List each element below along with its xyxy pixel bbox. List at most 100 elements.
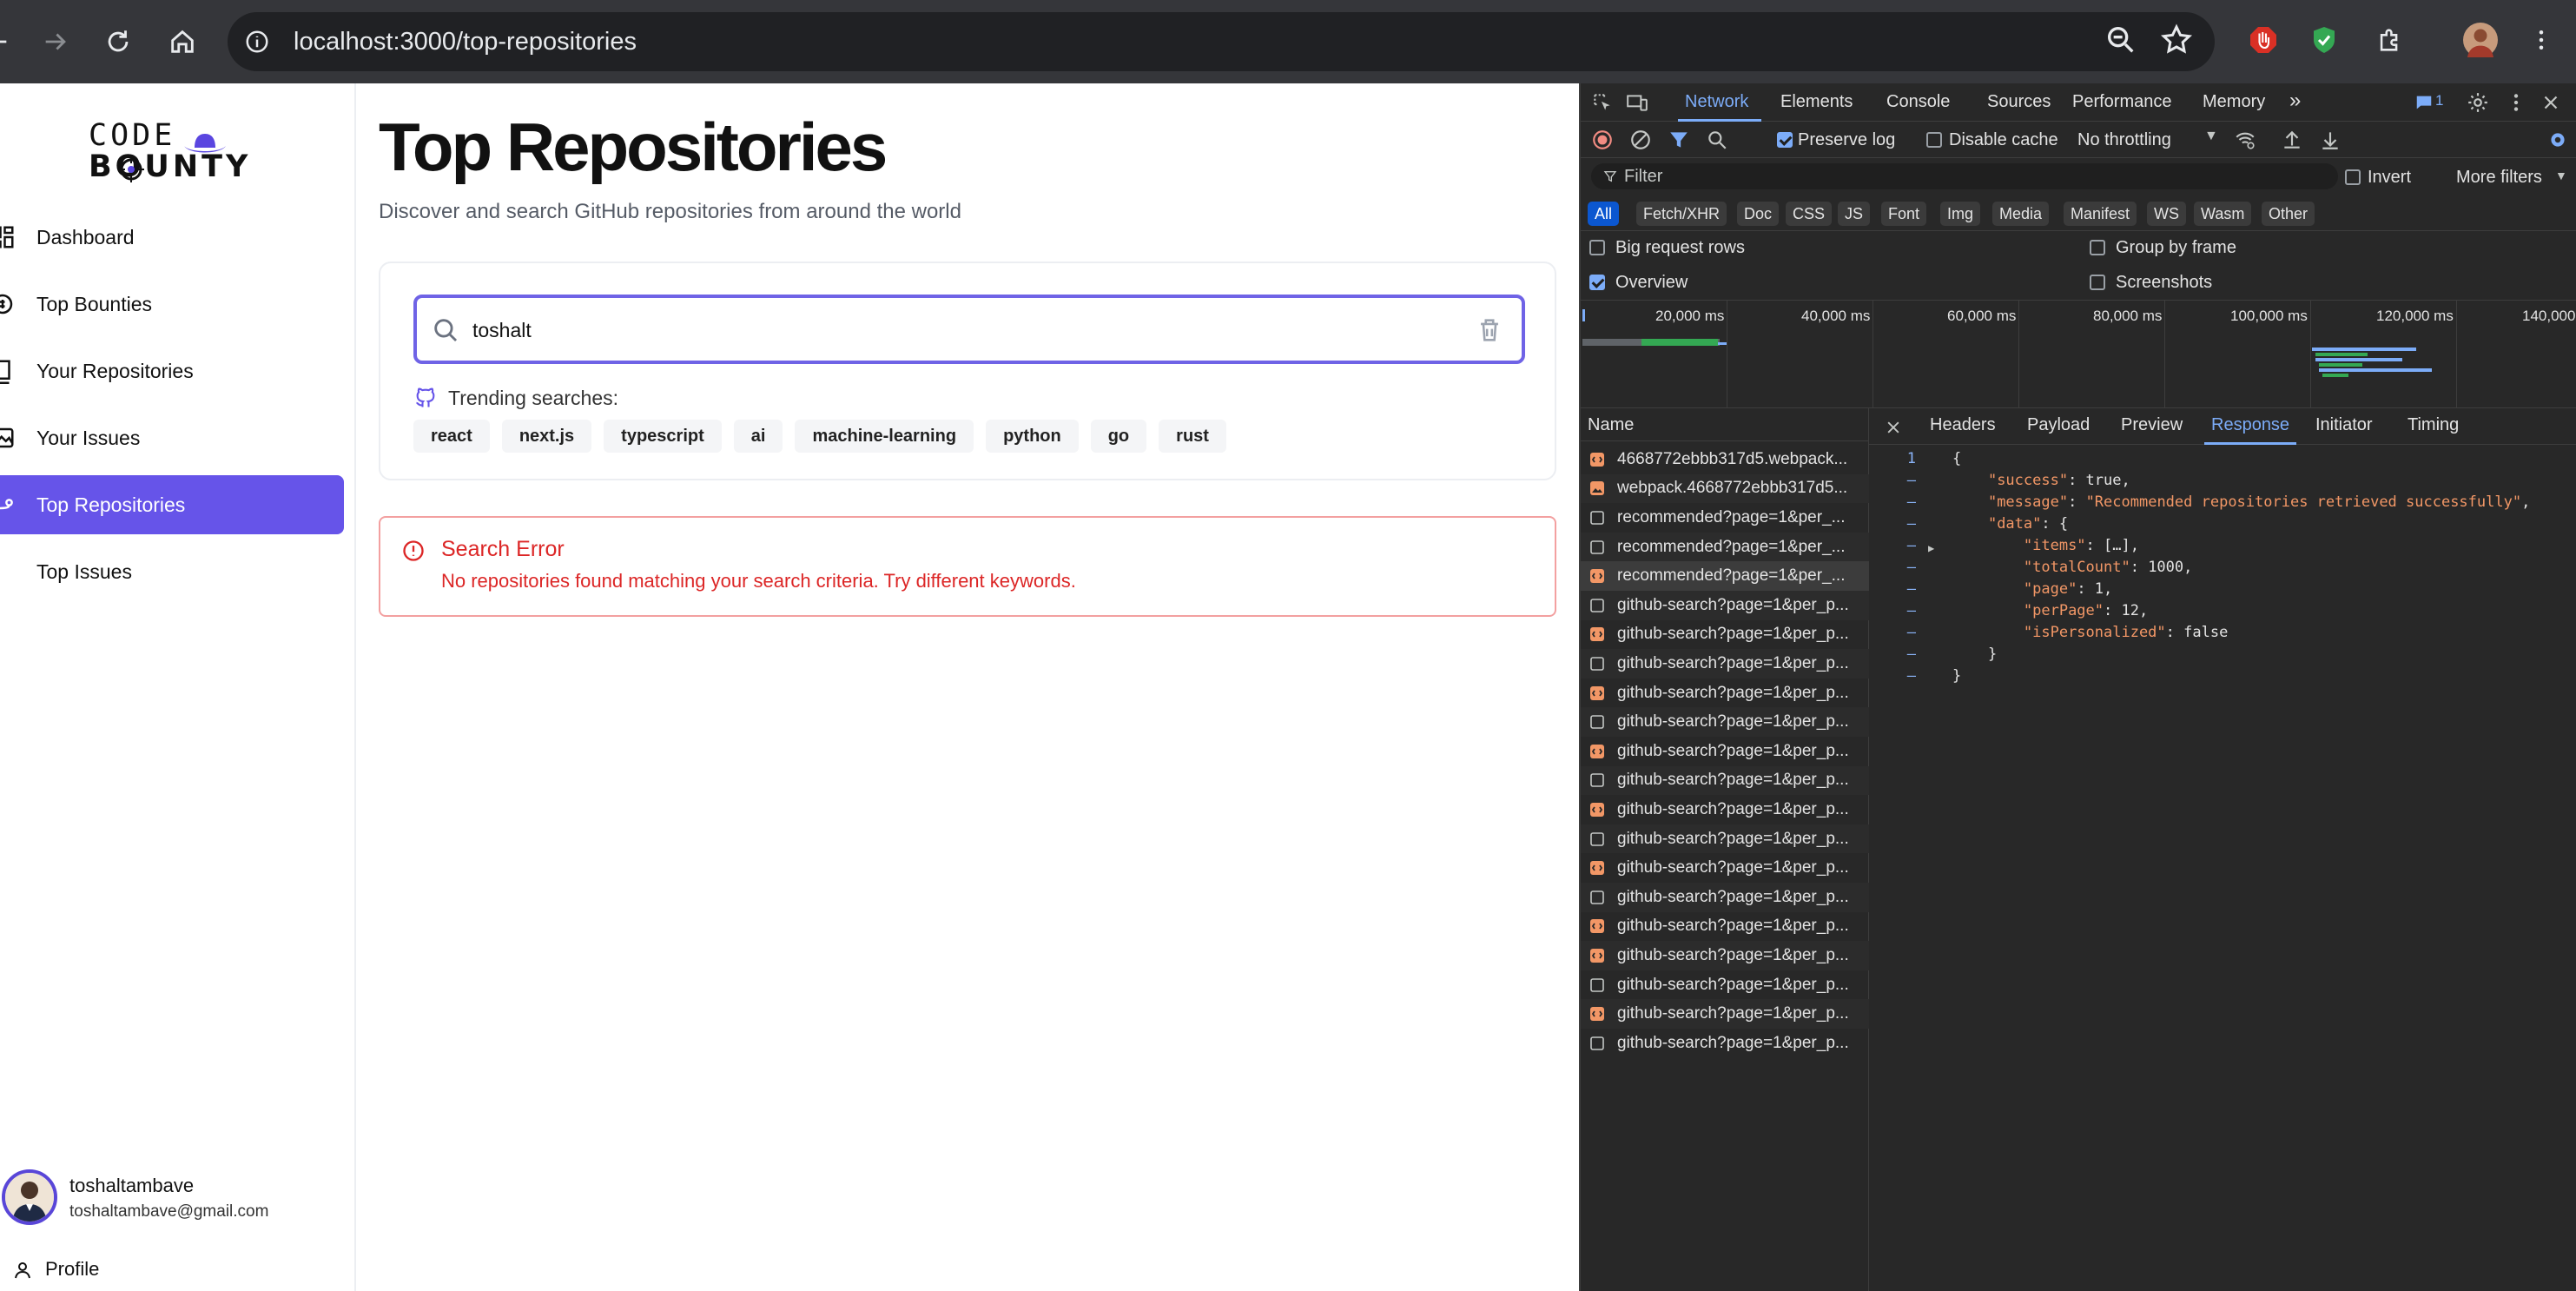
- trending-tag[interactable]: machine-learning: [795, 420, 974, 453]
- tab-preview[interactable]: Preview: [2121, 415, 2183, 435]
- close-icon[interactable]: [1885, 419, 1902, 436]
- extensions-puzzle-icon[interactable]: [2373, 23, 2408, 57]
- kebab-menu-icon[interactable]: [2505, 91, 2527, 114]
- tab-console[interactable]: Console: [1886, 92, 1950, 112]
- device-toolbar-icon[interactable]: [1626, 91, 1648, 114]
- back-button[interactable]: [0, 21, 17, 63]
- trending-tag[interactable]: ai: [733, 420, 783, 453]
- request-row[interactable]: github-search?page=1&per_p...: [1581, 795, 1869, 824]
- type-filter-img[interactable]: Img: [1940, 202, 1981, 226]
- close-devtools-icon[interactable]: [2540, 91, 2562, 114]
- disable-cache-checkbox[interactable]: [1926, 132, 1942, 148]
- sidebar-item-your-repositories[interactable]: Your Repositories: [0, 341, 344, 401]
- search-icon[interactable]: [1706, 129, 1728, 151]
- request-row[interactable]: github-search?page=1&per_p...: [1581, 620, 1869, 650]
- record-stop-icon[interactable]: [1591, 129, 1614, 151]
- sidebar-item-top-issues[interactable]: Top Issues: [0, 542, 344, 601]
- request-row[interactable]: github-search?page=1&per_p...: [1581, 970, 1869, 1000]
- tab-performance[interactable]: Performance: [2072, 92, 2172, 112]
- tab-network[interactable]: Network: [1685, 92, 1748, 112]
- export-har-icon[interactable]: [2319, 129, 2342, 151]
- sidebar-item-top-bounties[interactable]: Top Bounties: [0, 275, 344, 334]
- throttling-select[interactable]: No throttling: [2077, 130, 2171, 150]
- request-row[interactable]: github-search?page=1&per_p...: [1581, 591, 1869, 620]
- shield-extension-icon[interactable]: [2307, 23, 2342, 57]
- response-body[interactable]: ▶ 1{– "success": true, – "message": "Reco…: [1869, 447, 2576, 1281]
- stop-extension-icon[interactable]: [2246, 23, 2281, 57]
- user-card[interactable]: toshaltambave toshaltambave@gmail.com: [0, 1169, 354, 1239]
- tab-memory[interactable]: Memory: [2203, 92, 2265, 112]
- request-row[interactable]: recommended?page=1&per_...: [1581, 503, 1869, 533]
- tab-elements[interactable]: Elements: [1780, 92, 1853, 112]
- inspect-element-icon[interactable]: [1591, 91, 1614, 114]
- trending-tag[interactable]: python: [986, 420, 1079, 453]
- request-row[interactable]: github-search?page=1&per_p...: [1581, 912, 1869, 942]
- type-filter-doc[interactable]: Doc: [1737, 202, 1780, 226]
- type-filter-css[interactable]: CSS: [1786, 202, 1833, 226]
- sidebar-item-dashboard[interactable]: Dashboard: [0, 208, 344, 267]
- trending-tag[interactable]: rust: [1159, 420, 1226, 453]
- import-har-icon[interactable]: [2281, 129, 2303, 151]
- tab-payload[interactable]: Payload: [2027, 415, 2090, 435]
- forward-button[interactable]: [35, 21, 76, 63]
- trending-tag[interactable]: go: [1090, 420, 1147, 453]
- request-row[interactable]: github-search?page=1&per_p...: [1581, 824, 1869, 854]
- address-bar[interactable]: localhost:3000/top-repositories: [228, 12, 2215, 71]
- request-row[interactable]: github-search?page=1&per_p...: [1581, 941, 1869, 970]
- request-row[interactable]: webpack.4668772ebbb317d5...: [1581, 473, 1869, 504]
- invert-checkbox[interactable]: [2345, 169, 2361, 185]
- type-filter-ws[interactable]: WS: [2147, 202, 2186, 226]
- network-overview-timeline[interactable]: 20,000 ms 40,000 ms 60,000 ms 80,000 ms …: [1581, 301, 2576, 408]
- type-filter-all[interactable]: All: [1588, 202, 1620, 226]
- tab-initiator[interactable]: Initiator: [2315, 415, 2373, 435]
- big-request-rows-checkbox[interactable]: [1589, 240, 1605, 255]
- trending-tag[interactable]: next.js: [501, 420, 592, 453]
- type-filter-manifest[interactable]: Manifest: [2064, 202, 2137, 226]
- browser-menu-icon[interactable]: [2524, 23, 2559, 57]
- type-filter-wasm[interactable]: Wasm: [2194, 202, 2252, 226]
- request-row[interactable]: github-search?page=1&per_p...: [1581, 1029, 1869, 1058]
- site-info-icon[interactable]: [240, 24, 274, 59]
- search-input[interactable]: [472, 310, 1428, 350]
- settings-gear-icon[interactable]: [2467, 91, 2489, 114]
- type-filter-other[interactable]: Other: [2262, 202, 2315, 226]
- tab-sources[interactable]: Sources: [1987, 92, 2051, 112]
- more-filters-button[interactable]: More filters: [2456, 168, 2542, 188]
- overview-checkbox[interactable]: [1589, 275, 1605, 290]
- reload-button[interactable]: [97, 21, 139, 63]
- group-by-frame-checkbox[interactable]: [2090, 240, 2105, 255]
- bookmark-star-icon[interactable]: [2159, 23, 2194, 57]
- sidebar-item-your-issues[interactable]: Your Issues: [0, 408, 344, 467]
- filter-input[interactable]: Filter: [1591, 163, 2338, 189]
- tab-headers[interactable]: Headers: [1930, 415, 1996, 435]
- request-row[interactable]: github-search?page=1&per_p...: [1581, 883, 1869, 912]
- preserve-log-checkbox[interactable]: [1777, 132, 1793, 148]
- tab-timing[interactable]: Timing: [2408, 415, 2459, 435]
- request-row[interactable]: 4668772ebbb317d5.webpack...: [1581, 445, 1869, 474]
- code-bounty-logo[interactable]: CODE BOUNTY: [89, 118, 248, 188]
- zoom-icon[interactable]: [2104, 23, 2138, 57]
- trending-tag[interactable]: react: [413, 420, 490, 453]
- clear-log-icon[interactable]: [1629, 129, 1652, 151]
- name-column-header[interactable]: Name: [1588, 415, 1634, 435]
- type-filter-media[interactable]: Media: [1992, 202, 2050, 226]
- screenshots-checkbox[interactable]: [2090, 275, 2105, 290]
- trash-icon[interactable]: [1475, 315, 1504, 345]
- profile-avatar-icon[interactable]: [2463, 23, 2498, 57]
- network-conditions-icon[interactable]: [2234, 129, 2256, 151]
- more-tabs-icon[interactable]: »: [2289, 89, 2301, 113]
- search-box[interactable]: [413, 295, 1525, 364]
- request-row[interactable]: github-search?page=1&per_p...: [1581, 853, 1869, 883]
- request-row[interactable]: recommended?page=1&per_...: [1581, 561, 1869, 591]
- request-row[interactable]: github-search?page=1&per_p...: [1581, 649, 1869, 679]
- request-row[interactable]: github-search?page=1&per_p...: [1581, 765, 1869, 796]
- profile-link[interactable]: Profile: [0, 1249, 354, 1291]
- type-filter-fetch-xhr[interactable]: Fetch/XHR: [1636, 202, 1727, 226]
- request-row[interactable]: github-search?page=1&per_p...: [1581, 679, 1869, 708]
- filter-funnel-icon[interactable]: [1668, 129, 1690, 151]
- issues-message-icon[interactable]: [2414, 93, 2434, 112]
- tab-response[interactable]: Response: [2211, 415, 2289, 435]
- trending-tag[interactable]: typescript: [604, 420, 722, 453]
- request-row[interactable]: recommended?page=1&per_...: [1581, 532, 1869, 562]
- request-row[interactable]: github-search?page=1&per_p...: [1581, 737, 1869, 766]
